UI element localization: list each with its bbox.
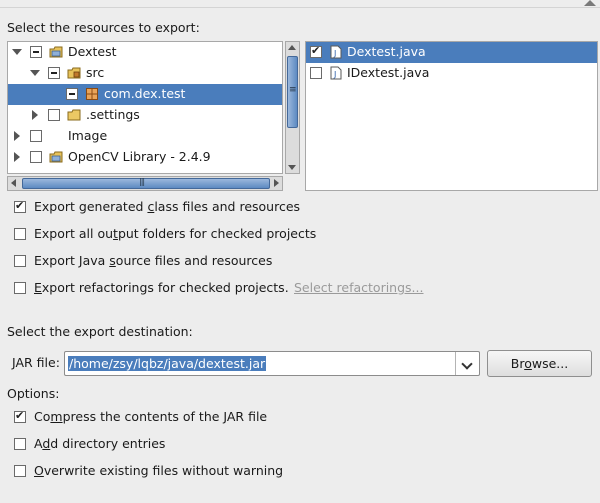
scroll-thumb[interactable] bbox=[287, 56, 298, 128]
tree-item-label: com.dex.test bbox=[104, 86, 186, 101]
tree-item-opencv[interactable]: OpenCV Library - 2.4.9 bbox=[8, 147, 282, 168]
package-icon bbox=[86, 88, 98, 100]
scroll-down-icon[interactable] bbox=[288, 165, 296, 170]
checkbox[interactable] bbox=[14, 199, 26, 213]
source-folder-icon bbox=[67, 67, 81, 79]
select-refactorings-link[interactable]: Select refactorings... bbox=[294, 280, 423, 295]
java-file-icon: J bbox=[330, 66, 342, 80]
chevron-down-icon[interactable] bbox=[455, 352, 479, 375]
resource-tree[interactable]: Dextest src com.dex.test .settings Image bbox=[7, 41, 283, 174]
top-divider bbox=[0, 0, 600, 8]
java-file-icon: J bbox=[330, 45, 342, 59]
tree-checkbox[interactable] bbox=[48, 109, 60, 121]
destination-label: Select the export destination: bbox=[7, 324, 193, 339]
tree-checkbox[interactable] bbox=[48, 67, 60, 79]
file-item-dextest[interactable]: J Dextest.java bbox=[306, 42, 597, 63]
expand-closed-icon[interactable] bbox=[30, 110, 40, 120]
corner-arrow-icon bbox=[584, 0, 596, 6]
checkbox-label: Add directory entries bbox=[34, 436, 166, 451]
scroll-thumb[interactable] bbox=[22, 177, 270, 189]
checkbox-label: Export all output folders for checked pr… bbox=[34, 226, 317, 241]
jar-file-combo[interactable]: /home/zsy/lqbz/java/dextest.jar bbox=[64, 351, 480, 376]
checkbox-label: Export Java source files and resources bbox=[34, 253, 273, 268]
tree-checkbox[interactable] bbox=[30, 46, 42, 58]
checkbox-label: Export generated class files and resourc… bbox=[34, 199, 301, 214]
checkbox[interactable] bbox=[14, 409, 26, 423]
resources-label: Select the resources to export: bbox=[7, 20, 200, 35]
expand-closed-icon[interactable] bbox=[12, 131, 22, 141]
tree-checkbox[interactable] bbox=[30, 130, 42, 142]
scroll-left-icon[interactable] bbox=[11, 179, 16, 187]
file-checkbox[interactable] bbox=[310, 67, 322, 79]
tree-item-label: .settings bbox=[86, 107, 140, 122]
tree-item-image[interactable]: Image bbox=[8, 126, 282, 147]
tree-checkbox[interactable] bbox=[66, 88, 78, 100]
scroll-up-icon[interactable] bbox=[288, 45, 296, 50]
tree-item-label: src bbox=[86, 65, 105, 80]
tree-horizontal-scrollbar[interactable] bbox=[7, 176, 283, 191]
tree-checkbox[interactable] bbox=[30, 151, 42, 163]
checkbox[interactable] bbox=[14, 255, 26, 267]
file-checkbox[interactable] bbox=[310, 44, 322, 58]
checkbox-label: Compress the contents of the JAR file bbox=[34, 409, 268, 424]
file-list[interactable]: J Dextest.java J IDextest.java bbox=[305, 41, 598, 191]
tree-item-com-dex-test[interactable]: com.dex.test bbox=[8, 84, 282, 105]
checkbox[interactable] bbox=[14, 282, 26, 294]
file-item-label: IDextest.java bbox=[347, 65, 430, 80]
project-icon bbox=[49, 151, 63, 163]
expand-open-icon[interactable] bbox=[12, 47, 22, 57]
tree-item-label: Image bbox=[68, 128, 108, 143]
expand-open-icon[interactable] bbox=[30, 68, 40, 78]
svg-text:J: J bbox=[333, 49, 336, 58]
svg-text:J: J bbox=[333, 70, 336, 79]
jar-file-input[interactable]: /home/zsy/lqbz/java/dextest.jar bbox=[68, 356, 267, 371]
project-icon bbox=[49, 46, 63, 58]
browse-button[interactable]: Browse... bbox=[487, 350, 592, 377]
expand-closed-icon[interactable] bbox=[12, 152, 22, 162]
options-label: Options: bbox=[7, 386, 60, 401]
checkbox[interactable] bbox=[14, 438, 26, 450]
tree-item-settings[interactable]: .settings bbox=[8, 105, 282, 126]
file-item-label: Dextest.java bbox=[347, 44, 426, 59]
folder-icon bbox=[67, 109, 81, 121]
checkbox[interactable] bbox=[14, 228, 26, 240]
checkbox[interactable] bbox=[14, 465, 26, 477]
tree-item-label: OpenCV Library - 2.4.9 bbox=[68, 149, 211, 164]
checkbox-label: Overwrite existing files without warning bbox=[34, 463, 284, 478]
scroll-right-icon[interactable] bbox=[274, 179, 279, 187]
tree-item-src[interactable]: src bbox=[8, 63, 282, 84]
file-item-idextest[interactable]: J IDextest.java bbox=[306, 63, 597, 84]
tree-item-label: Dextest bbox=[68, 44, 117, 59]
tree-item-dextest[interactable]: Dextest bbox=[8, 42, 282, 63]
checkbox-label: Export refactorings for checked projects… bbox=[34, 280, 289, 295]
jar-file-label: JAR file: bbox=[12, 355, 60, 370]
tree-vertical-scrollbar[interactable] bbox=[285, 41, 300, 174]
